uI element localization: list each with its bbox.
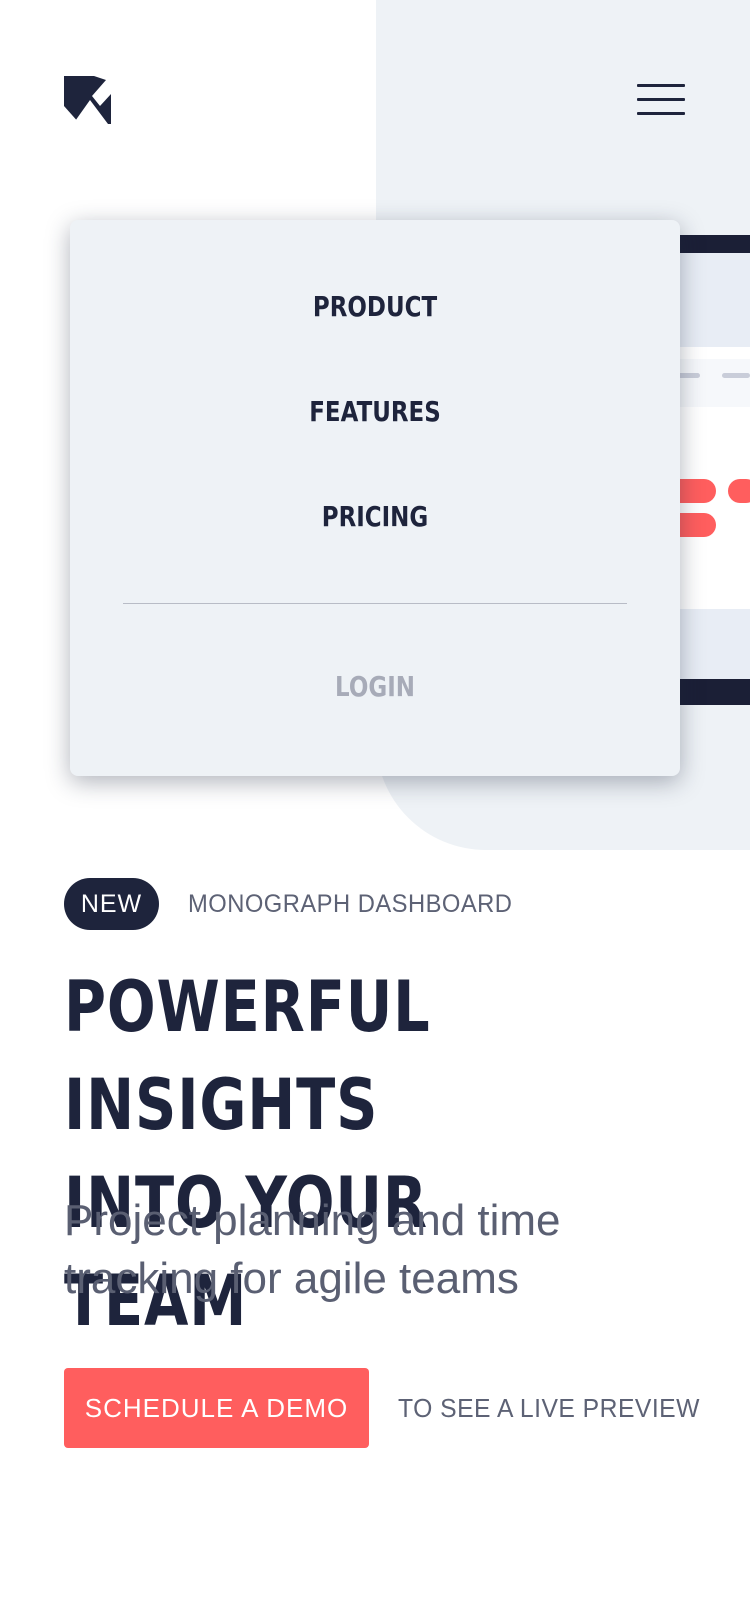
hamburger-icon[interactable] (636, 82, 686, 118)
k-logo-icon[interactable] (64, 76, 111, 124)
hero-subline-line2: tracking for agile teams (64, 1254, 519, 1303)
menu-item-product[interactable]: PRODUCT (125, 290, 625, 323)
cta-note: TO SEE A LIVE PREVIEW (398, 1393, 700, 1423)
menu-item-features[interactable]: FEATURES (125, 395, 625, 428)
menu-item-login[interactable]: LOGIN (125, 670, 625, 703)
hero-subline-line1: Project planning and time (64, 1196, 561, 1245)
new-badge: NEW (64, 878, 159, 930)
hero-subline: Project planning and time tracking for a… (64, 1192, 664, 1308)
dropdown-menu: PRODUCT FEATURES PRICING LOGIN (70, 220, 680, 776)
badge-caption: MONOGRAPH DASHBOARD (188, 890, 513, 918)
schedule-demo-button[interactable]: SCHEDULE A DEMO (64, 1368, 369, 1448)
menu-divider (123, 603, 627, 604)
menu-item-pricing[interactable]: PRICING (125, 500, 625, 533)
hero-headline-line1: POWERFUL INSIGHTS (64, 966, 431, 1146)
